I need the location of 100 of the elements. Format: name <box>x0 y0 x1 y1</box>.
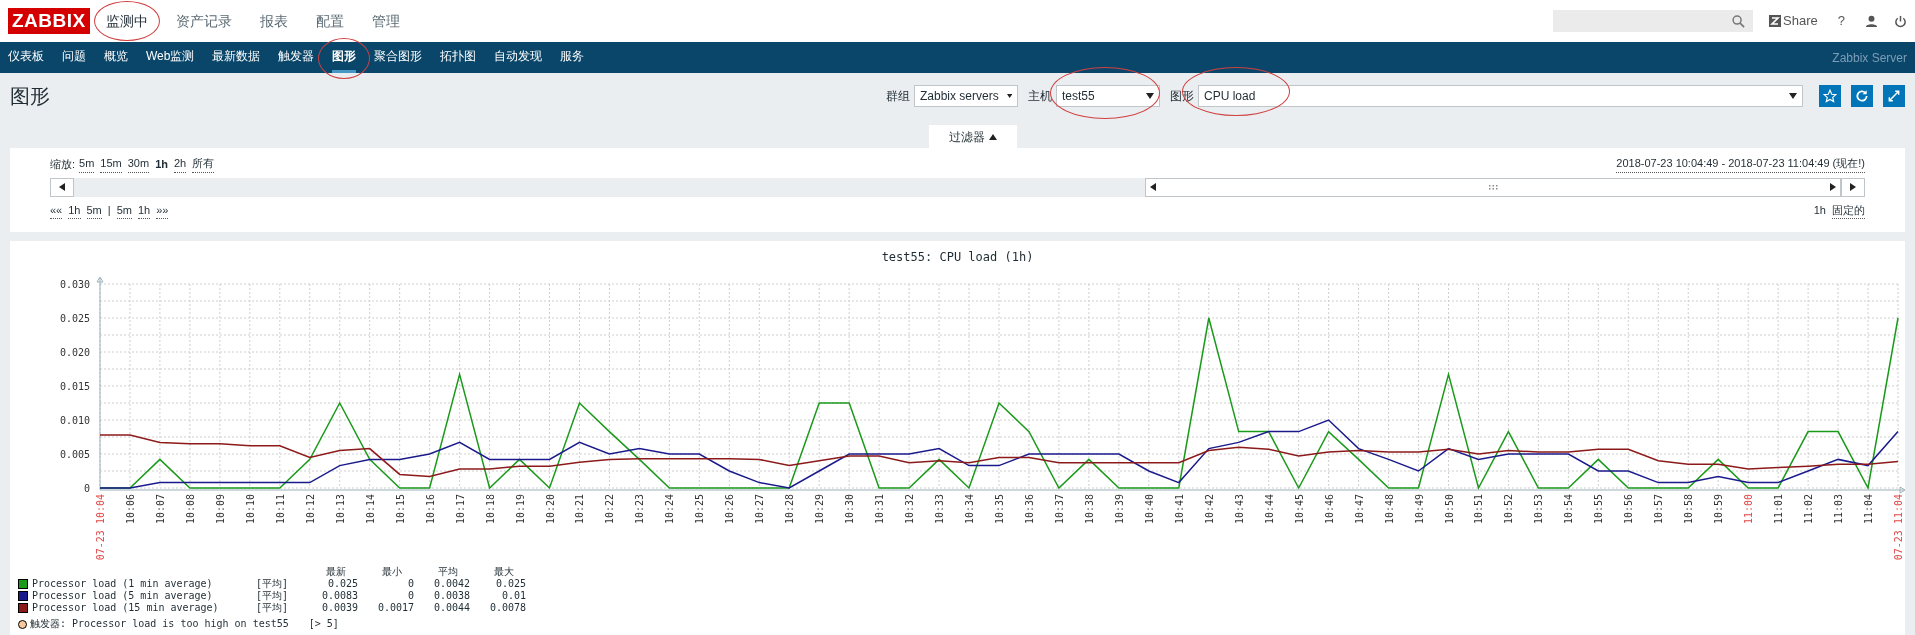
refresh-button[interactable] <box>1851 85 1873 107</box>
x-tick-label: 10:50 <box>1443 494 1455 525</box>
x-tick-label: 10:32 <box>904 494 916 525</box>
zoom-option[interactable]: 30m <box>127 155 150 173</box>
period-link[interactable]: 5m <box>86 201 102 219</box>
zoom-option[interactable]: 2h <box>174 155 187 173</box>
nav-item[interactable]: 聚合图形 <box>374 42 423 73</box>
select-field[interactable]: CPU load <box>1198 85 1803 107</box>
y-tick-label: 0.015 <box>59 381 90 392</box>
favorite-button[interactable] <box>1819 85 1841 107</box>
x-tick-label: 10:13 <box>334 494 346 525</box>
scroll-thumb[interactable] <box>1145 177 1841 197</box>
x-tick-label: 10:07 <box>154 494 166 525</box>
x-tick-label: 10:37 <box>1053 494 1065 525</box>
x-tick-label: 07-23 10:04 <box>95 494 106 561</box>
nav-item[interactable]: 概览 <box>104 42 128 73</box>
legend-value: 0.0083 <box>320 590 359 602</box>
scroll-right-button[interactable] <box>1841 177 1865 197</box>
nav-item[interactable]: 服务 <box>560 42 585 73</box>
x-tick-label: 11:04 <box>1863 494 1875 525</box>
dropdown-caret-icon <box>1006 93 1012 99</box>
y-tick-label: 0.005 <box>59 449 90 460</box>
separator: | <box>107 203 111 218</box>
time-range-link[interactable]: 2018-07-23 10:04:49 - 2018-07-23 11:04:49 (现在!) <box>1616 155 1865 173</box>
x-tick-label: 10:34 <box>964 494 976 525</box>
nav-item[interactable]: 问题 <box>62 42 86 73</box>
search-icon <box>1732 14 1746 28</box>
fixed-link[interactable]: 固定的 <box>1832 201 1865 219</box>
x-tick-label: 11:01 <box>1773 494 1785 525</box>
x-tick-label: 10:21 <box>574 494 586 525</box>
legend-value: 0 <box>406 590 415 602</box>
x-tick-label: 10:12 <box>304 494 316 525</box>
x-tick-label: 10:35 <box>994 494 1005 525</box>
menu-item[interactable]: 配置 <box>311 13 348 29</box>
nav-item[interactable]: 仪表板 <box>8 42 44 73</box>
x-tick-label: 10:28 <box>784 494 796 525</box>
x-tick-label: 10:25 <box>694 494 706 525</box>
x-tick-label: 10:14 <box>364 494 376 525</box>
legend-item-name: Processor load (15 min average) <box>32 602 220 614</box>
period-link[interactable]: 1h <box>68 201 81 219</box>
select-field[interactable]: Zabbix servers <box>914 85 1018 107</box>
left-triangle-icon <box>1150 183 1156 191</box>
zoom-option[interactable]: 1h <box>155 155 168 172</box>
x-tick-label: 10:06 <box>124 494 136 525</box>
timeline-scrollbar[interactable] <box>50 177 1865 197</box>
period-link[interactable]: «« <box>50 201 63 219</box>
period-link[interactable]: »» <box>156 201 169 219</box>
x-tick-label: 10:44 <box>1263 494 1275 525</box>
power-icon[interactable] <box>1894 14 1907 28</box>
zoom-option[interactable]: 15m <box>100 155 122 173</box>
x-tick-label: 10:24 <box>664 494 676 525</box>
nav-item[interactable]: 自动发现 <box>494 42 543 73</box>
legend-value: 0.0044 <box>432 602 471 614</box>
x-tick-label: 10:09 <box>214 494 226 525</box>
refresh-icon <box>1855 89 1869 103</box>
x-tick-label: 11:02 <box>1803 494 1815 525</box>
menu-item[interactable]: 管理 <box>367 13 404 29</box>
select-field[interactable]: test55 <box>1056 85 1160 107</box>
period-link[interactable]: 5m <box>116 201 132 219</box>
period-link[interactable]: 1h <box>137 201 151 219</box>
zoom-option[interactable]: 所有 <box>192 155 215 173</box>
server-name: Zabbix Server <box>1832 49 1907 67</box>
x-tick-label: 10:41 <box>1173 494 1185 525</box>
nav-item[interactable]: 最新数据 <box>212 42 261 73</box>
x-tick-label: 10:10 <box>244 494 256 525</box>
legend-column-header: 平均 <box>437 566 459 578</box>
filter-label: 群组 <box>886 88 910 105</box>
nav-item[interactable]: 图形 <box>332 42 357 73</box>
zoom-option[interactable]: 5m <box>79 155 95 173</box>
x-tick-label: 10:39 <box>1113 494 1125 525</box>
star-icon <box>1823 89 1837 103</box>
x-tick-label: 07-23 11:04 <box>1893 494 1904 561</box>
legend-value: 0.025 <box>494 578 527 590</box>
zabbix-logo[interactable]: ZABBIX <box>8 8 90 34</box>
x-tick-label: 10:45 <box>1293 494 1305 525</box>
user-icon[interactable] <box>1865 14 1878 28</box>
search-field[interactable] <box>1553 10 1754 32</box>
menu-item[interactable]: 报表 <box>255 13 292 29</box>
x-tick-label: 10:11 <box>274 494 286 525</box>
legend-function: [平均] <box>256 590 290 602</box>
help-link[interactable]: ? <box>1833 11 1849 31</box>
legend-value: 0 <box>406 578 415 590</box>
menu-item[interactable]: 监测中 <box>101 13 152 29</box>
share-link[interactable]: Share <box>1769 11 1818 31</box>
x-tick-label: 10:40 <box>1143 494 1155 525</box>
filter-tab[interactable]: 过滤器 <box>928 125 1017 148</box>
x-tick-label: 10:59 <box>1713 494 1725 525</box>
y-tick-label: 0.025 <box>59 313 90 324</box>
x-tick-label: 10:46 <box>1323 494 1335 525</box>
y-tick-label: 0.020 <box>59 347 90 358</box>
y-tick-label: 0.010 <box>59 415 90 426</box>
menu-item[interactable]: 资产记录 <box>171 13 236 29</box>
nav-item[interactable]: 触发器 <box>278 42 315 73</box>
x-tick-label: 10:56 <box>1623 494 1635 525</box>
nav-item[interactable]: Web监测 <box>146 42 195 73</box>
fullscreen-button[interactable] <box>1883 85 1905 107</box>
y-tick-label: 0 <box>83 483 90 494</box>
nav-item[interactable]: 拓扑图 <box>440 42 477 73</box>
scroll-left-button[interactable] <box>50 177 74 197</box>
trigger-condition: [> 5] <box>308 618 339 630</box>
